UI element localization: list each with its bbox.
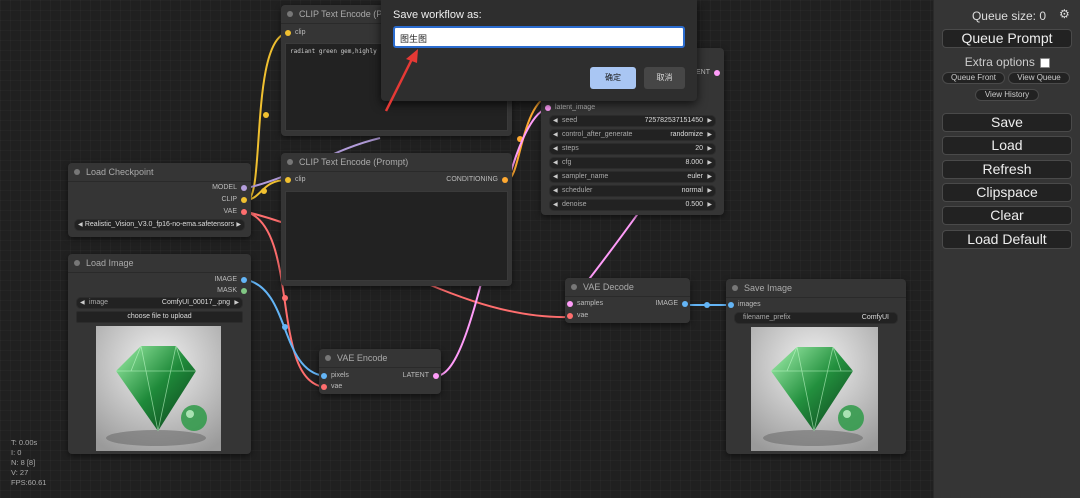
node-title[interactable]: VAE Encode (319, 349, 441, 368)
arrow-left-icon[interactable]: ◀ (553, 130, 558, 140)
node-vae-encode[interactable]: VAE Encode pixels vae LATENT (319, 349, 441, 394)
canvas-stats: T: 0.00s I: 0 N: 8 [8] V: 27 FPS:60.61 (11, 438, 46, 488)
node-load-checkpoint[interactable]: Load Checkpoint MODEL CLIP VAE ◀ Realist… (68, 163, 251, 237)
save-workflow-dialog: Save workflow as: 图生图 确定 取消 (381, 0, 697, 101)
collapse-dot-icon[interactable] (325, 355, 331, 361)
load-button[interactable]: Load (942, 136, 1072, 155)
arrow-right-icon[interactable]: ▶ (707, 116, 712, 126)
node-title[interactable]: Load Image (68, 254, 251, 273)
stat-fps: FPS:60.61 (11, 478, 47, 487)
node-save-image[interactable]: Save Image images filename_prefix ComfyU… (726, 279, 906, 454)
collapse-dot-icon[interactable] (287, 159, 293, 165)
ksampler-widget-denoise[interactable]: ◀ denoise 0.500 ▶ (549, 199, 716, 211)
arrow-right-icon[interactable]: ▶ (234, 298, 239, 308)
ok-button[interactable]: 确定 (590, 67, 636, 89)
graph-canvas[interactable]: CLIP Text Encode (Prompt) clip radiant g… (0, 0, 1080, 498)
collapse-dot-icon[interactable] (732, 285, 738, 291)
queue-size-label: Queue size: 0 (971, 9, 1046, 23)
output-slot-image[interactable]: IMAGE (655, 299, 688, 309)
extra-options-label: Extra options (934, 55, 1080, 69)
arrow-left-icon[interactable]: ◀ (80, 298, 85, 308)
collapse-dot-icon[interactable] (74, 260, 80, 266)
arrow-right-icon[interactable]: ▶ (707, 172, 712, 182)
node-title[interactable]: Load Checkpoint (68, 163, 251, 182)
output-slot-model[interactable]: MODEL (212, 183, 247, 193)
output-slot-mask[interactable]: MASK (217, 286, 247, 296)
stat-time: T: 0.00s (11, 438, 38, 447)
load-default-button[interactable]: Load Default (942, 230, 1072, 249)
output-slot-latent[interactable]: LATENT (403, 371, 439, 381)
arrow-right-icon[interactable]: ▶ (707, 144, 712, 154)
cancel-button[interactable]: 取消 (644, 67, 685, 89)
gear-icon[interactable]: ⚙ (1059, 7, 1070, 21)
output-slot-conditioning[interactable]: CONDITIONING (446, 175, 508, 185)
queue-front-button[interactable]: Queue Front (942, 72, 1005, 84)
node-title[interactable]: CLIP Text Encode (Prompt) (281, 153, 512, 172)
output-slot-vae[interactable]: VAE (224, 207, 247, 217)
arrow-left-icon[interactable]: ◀ (553, 144, 558, 154)
workflow-name-input[interactable]: 图生图 (393, 26, 685, 48)
node-title[interactable]: Save Image (726, 279, 906, 298)
save-button[interactable]: Save (942, 113, 1072, 132)
link-image-pixels (246, 279, 325, 377)
input-slot-clip[interactable]: clip (285, 28, 306, 38)
input-image-preview (96, 326, 221, 451)
output-image-preview (751, 327, 878, 451)
stat-nodes: N: 8 [8] (11, 458, 36, 467)
view-queue-button[interactable]: View Queue (1008, 72, 1070, 84)
ksampler-widget-seed[interactable]: ◀ seed 725782537151450 ▶ (549, 115, 716, 127)
green-gem-image (96, 326, 221, 451)
node-title[interactable]: VAE Decode (565, 278, 690, 297)
side-menu: Queue size: 0 ⚙ Queue Prompt Extra optio… (933, 0, 1080, 498)
dialog-title: Save workflow as: (393, 9, 482, 21)
arrow-right-icon[interactable]: ▶ (236, 220, 241, 230)
ksampler-widget-scheduler[interactable]: ◀ scheduler normal ▶ (549, 185, 716, 197)
input-slot-samples[interactable]: samples (567, 299, 603, 309)
stat-vertices: V: 27 (11, 468, 29, 477)
input-slot-clip[interactable]: clip (285, 175, 306, 185)
arrow-right-icon[interactable]: ▶ (707, 130, 712, 140)
clipspace-button[interactable]: Clipspace (942, 183, 1072, 202)
input-slot-vae[interactable]: vae (567, 311, 588, 321)
collapse-dot-icon[interactable] (571, 284, 577, 290)
queue-prompt-button[interactable]: Queue Prompt (942, 29, 1072, 48)
arrow-left-icon[interactable]: ◀ (553, 200, 558, 210)
input-slot-images[interactable]: images (728, 300, 761, 310)
clear-button[interactable]: Clear (942, 206, 1072, 225)
arrow-right-icon[interactable]: ▶ (707, 158, 712, 168)
ksampler-widget-sampler-name[interactable]: ◀ sampler_name euler ▶ (549, 171, 716, 183)
arrow-left-icon[interactable]: ◀ (553, 116, 558, 126)
input-slot-latent-image[interactable]: latent_image (545, 103, 595, 113)
ksampler-widget-steps[interactable]: ◀ steps 20 ▶ (549, 143, 716, 155)
arrow-right-icon[interactable]: ▶ (707, 186, 712, 196)
refresh-button[interactable]: Refresh (942, 160, 1072, 179)
arrow-left-icon[interactable]: ◀ (553, 186, 558, 196)
node-load-image[interactable]: Load Image IMAGE MASK ◀ image ComfyUI_00… (68, 254, 251, 454)
ksampler-widget-cfg[interactable]: ◀ cfg 8.000 ▶ (549, 157, 716, 169)
image-combo[interactable]: ◀ image ComfyUI_00017_.png ▶ (76, 297, 243, 309)
arrow-right-icon[interactable]: ▶ (707, 200, 712, 210)
ckpt-name-combo[interactable]: ◀ Realistic_Vision_V3.0_fp16-no-ema.safe… (74, 219, 245, 231)
stat-iterations: I: 0 (11, 448, 22, 457)
extra-options-checkbox[interactable] (1040, 57, 1051, 68)
arrow-left-icon[interactable]: ◀ (78, 220, 83, 230)
ksampler-widget-control-after-generate[interactable]: ◀ control_after_generate randomize ▶ (549, 129, 716, 141)
input-slot-vae[interactable]: vae (321, 382, 342, 392)
filename-prefix-field[interactable]: filename_prefix ComfyUI (734, 312, 898, 324)
view-history-button[interactable]: View History (975, 89, 1039, 101)
node-clip-text-encode-mid[interactable]: CLIP Text Encode (Prompt) clip CONDITION… (281, 153, 512, 286)
upload-button[interactable]: choose file to upload (76, 311, 243, 323)
green-gem-image (751, 327, 878, 451)
node-vae-decode[interactable]: VAE Decode samples vae IMAGE (565, 278, 690, 323)
collapse-dot-icon[interactable] (74, 169, 80, 175)
output-slot-clip[interactable]: CLIP (221, 195, 247, 205)
input-slot-pixels[interactable]: pixels (321, 371, 349, 381)
arrow-left-icon[interactable]: ◀ (553, 158, 558, 168)
collapse-dot-icon[interactable] (287, 11, 293, 17)
output-slot-image[interactable]: IMAGE (214, 275, 247, 285)
arrow-left-icon[interactable]: ◀ (553, 172, 558, 182)
prompt-textarea[interactable] (285, 191, 508, 281)
